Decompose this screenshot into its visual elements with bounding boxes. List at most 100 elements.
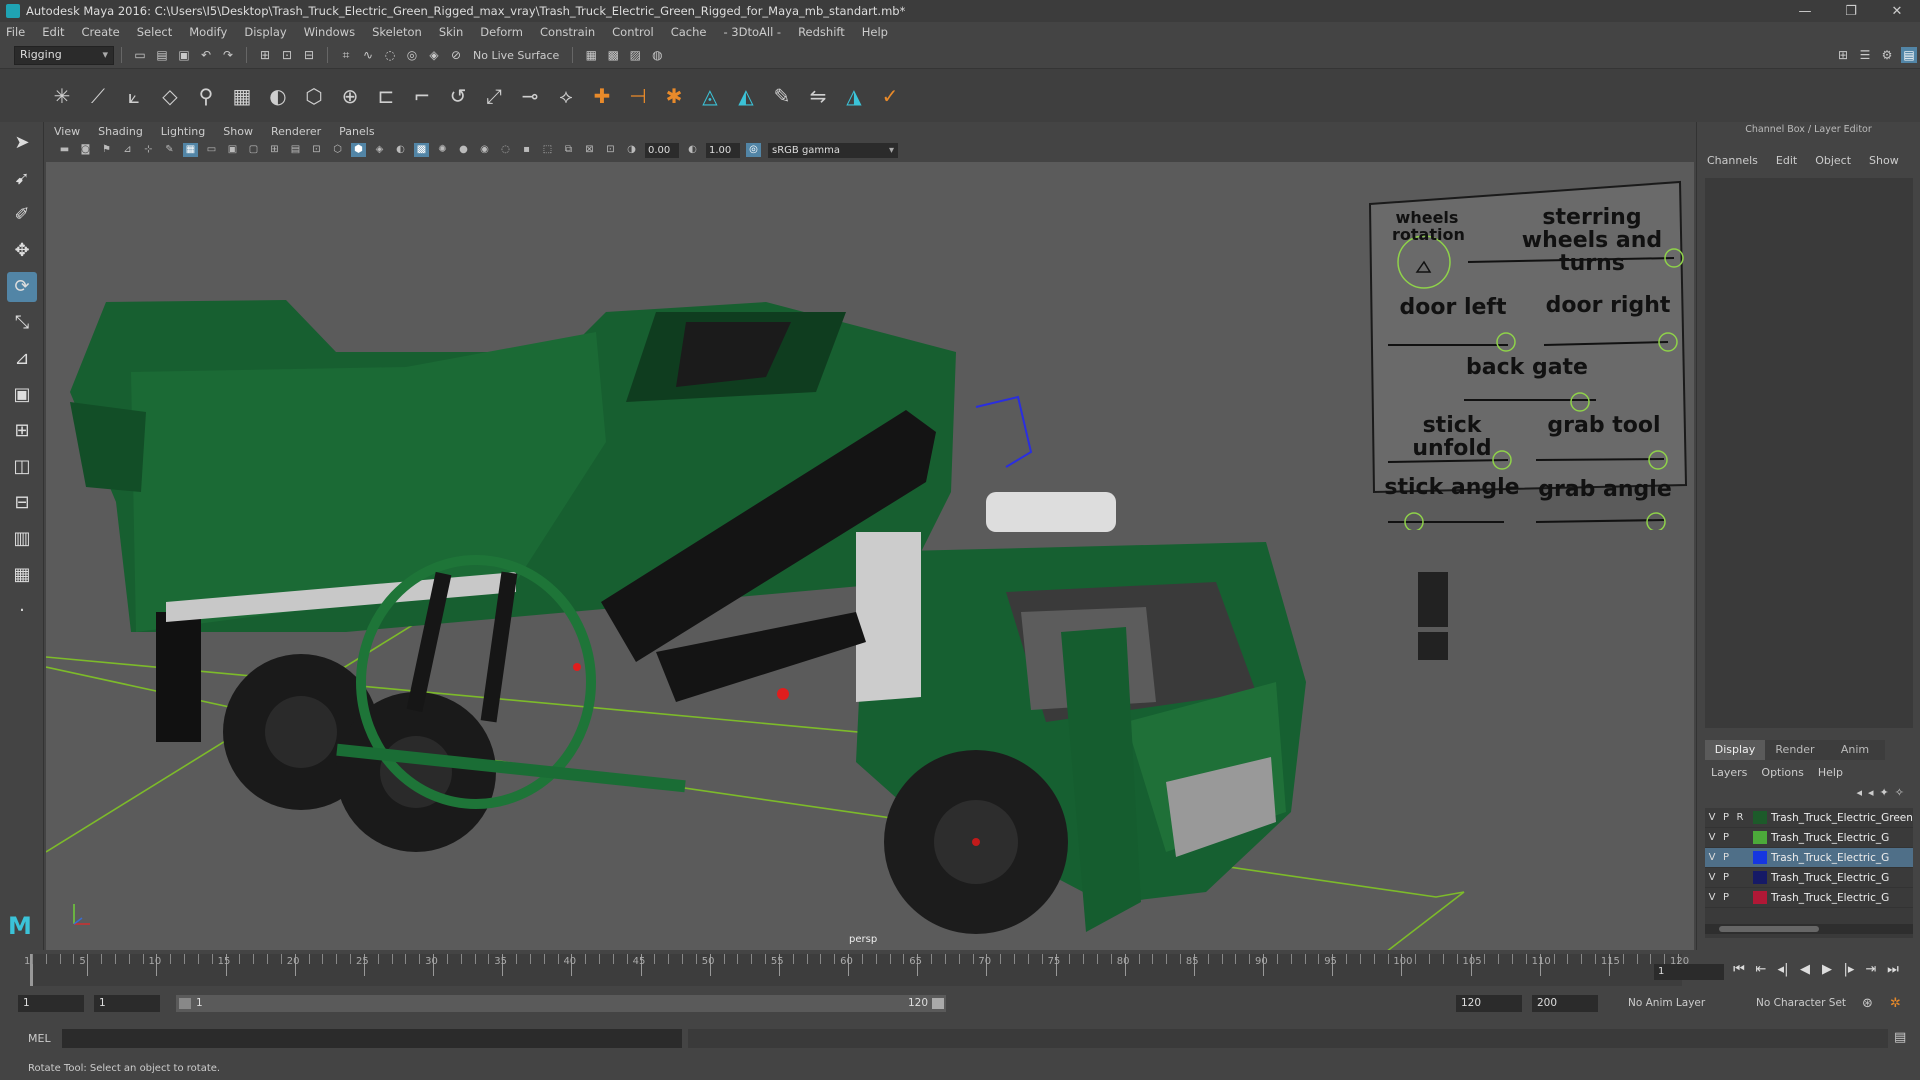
layer-row[interactable]: V P Trash_Truck_Electric_G [1705,888,1913,908]
le-menu-help[interactable]: Help [1818,766,1843,779]
ik-handle-icon[interactable]: ⟋ [85,83,111,109]
live-surface-icon[interactable]: ⊘ [448,47,464,63]
layer-playback-toggle[interactable]: P [1719,812,1733,823]
hypershade-icon[interactable]: ◍ [649,47,665,63]
open-scene-icon[interactable]: ▤ [154,47,170,63]
range-start-handle[interactable] [179,998,191,1009]
mel-label[interactable]: MEL [28,1032,51,1045]
layer-playback-toggle[interactable]: P [1719,892,1733,903]
persp-graph-icon[interactable]: ⊟ [7,488,37,518]
layer-color-swatch[interactable] [1753,831,1767,844]
textured-icon[interactable]: ▩ [414,143,429,157]
step-forward-frame-icon[interactable]: |▸ [1838,962,1860,977]
layer-visible-toggle[interactable]: V [1705,812,1719,823]
lasso-tool-icon[interactable]: ➹ [7,164,37,194]
mash-network-icon[interactable]: ◭ [733,83,759,109]
grease-pencil-icon[interactable]: ✎ [162,143,177,157]
menu-3dtoall[interactable]: - 3DtoAll - [723,25,781,39]
le-menu-layers[interactable]: Layers [1711,766,1747,779]
use-all-lights-icon[interactable]: ✺ [435,143,450,157]
move-tool-icon[interactable]: ✥ [7,236,37,266]
select-hierarchy-icon[interactable]: ⊞ [257,47,273,63]
image-plane-icon[interactable]: ⊿ [120,143,135,157]
cb-menu-object[interactable]: Object [1815,154,1851,167]
command-input[interactable] [62,1029,682,1048]
bind-skin-icon[interactable]: ▦ [229,83,255,109]
le-menu-options[interactable]: Options [1761,766,1803,779]
default-material-icon[interactable]: ◐ [393,143,408,157]
layer-playback-toggle[interactable]: P [1719,852,1733,863]
bookmark-icon[interactable]: ⚑ [99,143,114,157]
menu-skeleton[interactable]: Skeleton [372,25,422,39]
view-transform-select[interactable]: sRGB gamma [768,142,898,158]
step-back-key-icon[interactable]: ⇤ [1750,962,1772,977]
current-frame-field[interactable]: 1 [1654,964,1724,980]
xray-icon[interactable]: ⧉ [561,143,576,157]
step-back-frame-icon[interactable]: ◂| [1772,962,1794,977]
menu-edit[interactable]: Edit [42,25,64,39]
ipr-render-icon[interactable]: ▩ [605,47,621,63]
menu-create[interactable]: Create [82,25,120,39]
persp-outliner-icon[interactable]: ▥ [7,524,37,554]
character-set-select[interactable]: No Character Set [1756,995,1846,1012]
color-management-icon[interactable]: ◎ [746,143,761,157]
menu-help[interactable]: Help [862,25,888,39]
gamma-icon[interactable]: ◐ [685,143,700,157]
tab-render[interactable]: Render [1765,740,1825,760]
field-chart-icon[interactable]: ⊞ [267,143,282,157]
mirror-weights-icon[interactable]: ⇋ [805,83,831,109]
tool-settings-icon[interactable]: ⚙ [1879,47,1895,63]
persp-viewport[interactable]: wheels rotation sterring wheels and turn… [46,162,1694,950]
parent-constraint-icon[interactable]: ⊏ [373,83,399,109]
shadows-icon[interactable]: ● [456,143,471,157]
point-constraint-icon[interactable]: ⌐ [409,83,435,109]
anim-layer-select[interactable]: No Anim Layer [1628,995,1705,1012]
ik-spline-icon[interactable]: ⟀ [121,83,147,109]
grab-angle-control[interactable] [1646,512,1666,532]
scale-tool-icon[interactable]: ⤡ [7,308,37,338]
menu-display[interactable]: Display [244,25,286,39]
anti-aliasing-icon[interactable]: ▪ [519,143,534,157]
new-scene-icon[interactable]: ▭ [132,47,148,63]
channel-list[interactable] [1705,178,1913,728]
select-component-icon[interactable]: ⊟ [301,47,317,63]
side-by-side-icon[interactable]: ◫ [7,452,37,482]
script-editor-icon[interactable]: ▤ [1894,1030,1906,1045]
anim-start-field[interactable]: 1 [94,995,160,1012]
vp-menu-shading[interactable]: Shading [98,125,143,138]
menu-file[interactable]: File [6,25,25,39]
mash-tools-icon[interactable]: ◮ [841,83,867,109]
start-time-field[interactable]: 1 [18,995,84,1012]
snap-view-icon[interactable]: ◎ [404,47,420,63]
rotate-tool-icon[interactable]: ⟳ [7,272,37,302]
paint-weights-icon[interactable]: ✎ [769,83,795,109]
layer-scrollbar[interactable] [1705,924,1913,934]
layer-row[interactable]: V P Trash_Truck_Electric_G [1705,848,1913,868]
orient-constraint-icon[interactable]: ↺ [445,83,471,109]
layer-visible-toggle[interactable]: V [1705,872,1719,883]
layer-color-swatch[interactable] [1753,851,1767,864]
layer-row[interactable]: V P R Trash_Truck_Electric_Green [1705,808,1913,828]
vp-menu-panels[interactable]: Panels [339,125,374,138]
vp-menu-renderer[interactable]: Renderer [271,125,321,138]
tangent-icon[interactable]: ✓ [877,83,903,109]
menu-select[interactable]: Select [137,25,172,39]
safe-action-icon[interactable]: ▤ [288,143,303,157]
xray-joints-icon[interactable]: ⊠ [582,143,597,157]
exposure-icon[interactable]: ◑ [624,143,639,157]
grid-icon[interactable]: ▦ [183,143,198,157]
tab-display[interactable]: Display [1705,740,1765,760]
resolution-gate-icon[interactable]: ▣ [225,143,240,157]
modeling-toolkit-icon[interactable]: ⊞ [1835,47,1851,63]
menu-skin[interactable]: Skin [439,25,463,39]
layer-reference-toggle[interactable]: R [1733,812,1747,823]
layer-visible-toggle[interactable]: V [1705,852,1719,863]
gamma-field[interactable]: 1.00 [706,142,740,158]
select-tool-icon[interactable]: ➤ [7,128,37,158]
close-button[interactable]: ✕ [1874,4,1920,19]
step-forward-key-icon[interactable]: ⇥ [1860,962,1882,977]
render-settings-icon[interactable]: ▨ [627,47,643,63]
tab-anim[interactable]: Anim [1825,740,1885,760]
render-frame-icon[interactable]: ▦ [583,47,599,63]
cb-menu-channels[interactable]: Channels [1707,154,1758,167]
